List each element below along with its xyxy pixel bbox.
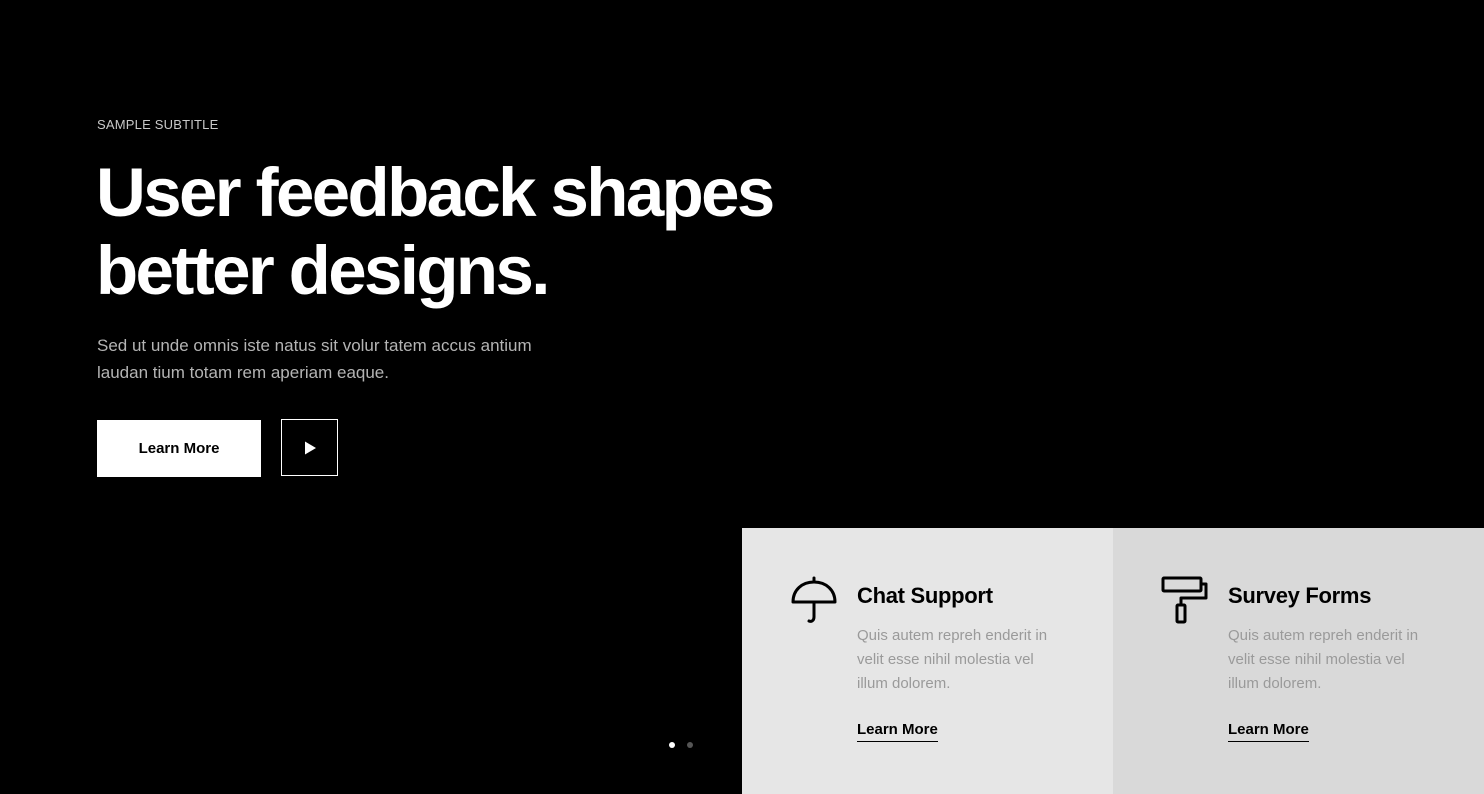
card-learn-more-link[interactable]: Learn More (857, 721, 938, 742)
hero-play-button[interactable] (281, 419, 338, 476)
hero-learn-more-button[interactable]: Learn More (97, 420, 261, 477)
card-text-line-1: Quis autem repreh enderit in (857, 627, 1048, 644)
card-text-line-2: velit esse nihil molestia vel (857, 651, 1034, 668)
card-text-line-1: Quis autem repreh enderit in (1228, 627, 1419, 644)
hero-headline: User feedback shapes better designs. (96, 154, 856, 310)
card-text-line-2: velit esse nihil molestia vel (1228, 651, 1405, 668)
paint-roller-icon (1161, 576, 1208, 624)
slider-dot-1[interactable] (669, 742, 675, 748)
hero-description: Sed ut unde omnis iste natus sit volur t… (97, 332, 577, 386)
hero-headline-line-1: User feedback shapes (96, 154, 775, 231)
hero-subtitle: SAMPLE SUBTITLE (97, 117, 219, 132)
hero-description-line-2: laudan tium totam rem aperiam eaque. (97, 363, 389, 382)
slider-dot-2[interactable] (687, 742, 693, 748)
card-learn-more-link[interactable]: Learn More (1228, 721, 1309, 742)
card-title: Survey Forms (1228, 583, 1372, 608)
hero-description-line-1: Sed ut unde omnis iste natus sit volur t… (97, 336, 532, 355)
card-text: Quis autem repreh enderit in velit esse … (857, 624, 1077, 696)
slider-pagination (669, 742, 693, 748)
umbrella-icon (791, 576, 837, 623)
play-icon (304, 441, 316, 454)
card-text-line-3: illum dolorem. (857, 675, 951, 692)
card-title: Chat Support (857, 583, 993, 608)
feature-card-chat-support: Chat Support Quis autem repreh enderit i… (742, 528, 1113, 794)
card-text: Quis autem repreh enderit in velit esse … (1228, 624, 1448, 696)
feature-card-survey-forms: Survey Forms Quis autem repreh enderit i… (1113, 528, 1484, 794)
hero-headline-line-2: better designs. (96, 232, 550, 309)
card-text-line-3: illum dolorem. (1228, 675, 1322, 692)
